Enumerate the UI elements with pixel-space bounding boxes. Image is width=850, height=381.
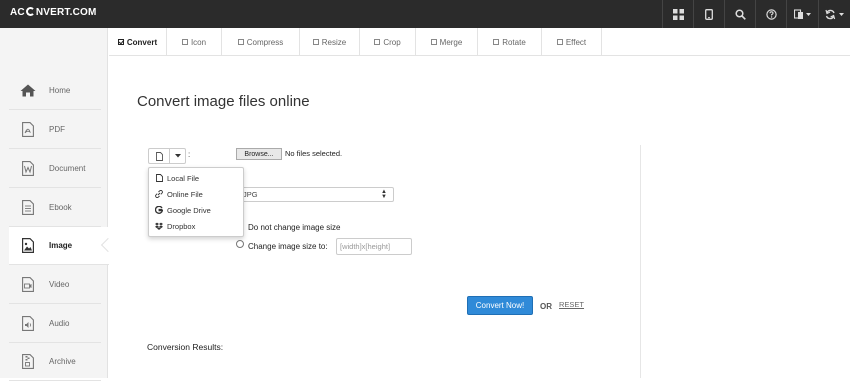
tab-label: Compress xyxy=(246,37,284,47)
mobile-icon[interactable] xyxy=(693,0,724,28)
logo-text-end: NVERT.COM xyxy=(35,7,97,18)
sidebar-item-label: PDF xyxy=(49,125,65,134)
sidebar-item-label: Image xyxy=(49,241,73,250)
tab-rotate[interactable]: Rotate xyxy=(478,28,542,56)
menu-item-label: Dropbox xyxy=(167,221,196,231)
file-source-button[interactable] xyxy=(148,148,190,164)
video-icon xyxy=(19,276,37,294)
tab-convert[interactable]: Convert xyxy=(109,28,167,56)
sidebar-item-image[interactable]: Image xyxy=(9,227,109,265)
image-icon xyxy=(19,237,37,255)
sidebar-item-document[interactable]: Document xyxy=(9,150,101,188)
ebook-icon xyxy=(19,199,37,217)
checkbox-icon xyxy=(117,39,124,45)
checkbox-icon xyxy=(556,39,563,45)
home-icon xyxy=(19,82,37,100)
tab-label: Crop xyxy=(383,37,401,47)
refresh-icon[interactable] xyxy=(818,0,850,28)
sidebar-item-video[interactable]: Video xyxy=(9,266,101,304)
top-bar: AC NVERT.COM xyxy=(0,0,850,28)
archive-icon xyxy=(19,353,37,371)
tab-label: Convert xyxy=(126,37,158,47)
tab-label: Resize xyxy=(321,37,347,47)
sidebar-item-label: Document xyxy=(49,164,86,173)
pdf-icon xyxy=(19,121,37,139)
browse-button[interactable]: Browse... xyxy=(236,148,282,160)
tab-crop[interactable]: Crop xyxy=(360,28,416,56)
tool-tabs: Convert Icon Compress Resize Crop Merge … xyxy=(109,28,602,56)
link-icon xyxy=(155,190,163,198)
tab-label: Rotate xyxy=(502,37,526,47)
checkbox-icon xyxy=(493,39,500,45)
file-icon[interactable] xyxy=(148,148,170,164)
conversion-results-label: Conversion Results: xyxy=(147,342,224,352)
tab-label: Effect xyxy=(565,37,587,47)
tab-label: Merge xyxy=(439,37,463,47)
language-icon[interactable] xyxy=(786,0,818,28)
grid-icon[interactable] xyxy=(662,0,693,28)
sidebar-item-label: Archive xyxy=(49,357,76,366)
google-icon xyxy=(155,206,163,214)
checkbox-icon xyxy=(237,39,244,45)
reset-link[interactable]: RESET xyxy=(559,300,584,309)
sidebar-item-label: Home xyxy=(49,86,71,95)
checkbox-icon xyxy=(312,39,319,45)
sidebar-item-home[interactable]: Home xyxy=(9,72,101,110)
menu-item-dropbox[interactable]: Dropbox xyxy=(155,219,196,233)
format-select-value: JPG xyxy=(243,190,258,199)
audio-icon xyxy=(19,315,37,333)
tab-label: Icon xyxy=(190,37,207,47)
logo-text-start: AC xyxy=(10,7,25,18)
dropbox-icon xyxy=(155,222,163,230)
menu-item-label: Google Drive xyxy=(167,205,211,215)
size-input[interactable]: [width]x[height] xyxy=(336,238,412,255)
no-file-status: No files selected. xyxy=(285,149,343,158)
radio-change-size[interactable] xyxy=(236,240,244,248)
file-icon xyxy=(155,174,163,182)
sidebar-item-label: Ebook xyxy=(49,203,72,212)
sidebar-item-ebook[interactable]: Ebook xyxy=(9,189,101,227)
page-title: Convert image files online xyxy=(137,93,310,110)
menu-item-label: Online File xyxy=(167,189,203,199)
radio-change-size-label[interactable]: Change image size to: xyxy=(248,242,328,251)
menu-item-label: Local File xyxy=(167,173,200,183)
checkbox-icon xyxy=(430,39,437,45)
checkbox-icon xyxy=(181,39,188,45)
select-arrows-icon: ▲ ▼ xyxy=(381,189,387,200)
sidebar-item-label: Audio xyxy=(49,319,70,328)
sidebar-item-audio[interactable]: Audio xyxy=(9,305,101,343)
site-logo[interactable]: AC NVERT.COM xyxy=(10,7,97,18)
menu-item-online-file[interactable]: Online File xyxy=(155,187,203,201)
menu-item-google-drive[interactable]: Google Drive xyxy=(155,203,211,217)
search-icon[interactable] xyxy=(724,0,755,28)
source-label-colon: : xyxy=(188,150,191,159)
menu-item-local-file[interactable]: Local File xyxy=(155,171,200,185)
tab-merge[interactable]: Merge xyxy=(416,28,478,56)
radio-keep-size-label[interactable]: Do not change image size xyxy=(248,223,341,232)
checkbox-icon xyxy=(374,39,381,45)
document-icon xyxy=(19,160,37,178)
help-icon[interactable] xyxy=(755,0,786,28)
sidebar-item-label: Video xyxy=(49,280,70,289)
file-source-menu: Local File Online File Google Drive Drop… xyxy=(148,167,244,237)
format-select[interactable]: JPG ▲ ▼ xyxy=(236,187,394,202)
tab-compress[interactable]: Compress xyxy=(222,28,300,56)
or-text: OR xyxy=(540,302,552,311)
tab-resize[interactable]: Resize xyxy=(300,28,360,56)
tab-effect[interactable]: Effect xyxy=(542,28,602,56)
logo-ring-icon xyxy=(25,7,35,16)
sidebar-item-archive[interactable]: Archive xyxy=(9,343,101,381)
convert-now-button[interactable]: Convert Now! xyxy=(467,296,533,315)
content-divider xyxy=(640,145,641,378)
chevron-down-icon[interactable] xyxy=(170,148,186,164)
tab-icon[interactable]: Icon xyxy=(167,28,222,56)
sidebar-item-pdf[interactable]: PDF xyxy=(9,111,101,149)
